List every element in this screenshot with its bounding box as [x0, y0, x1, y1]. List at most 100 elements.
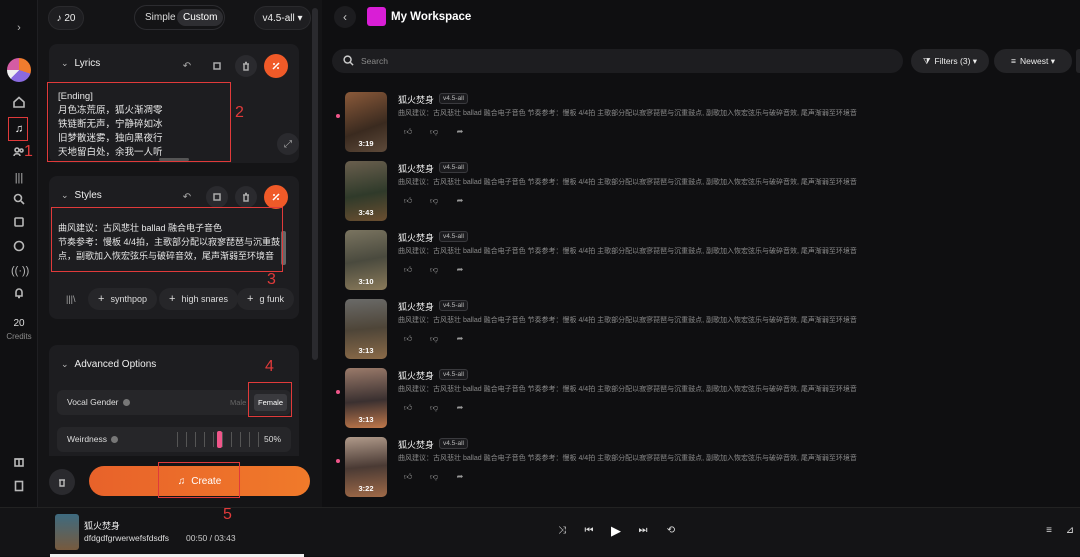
volume-icon[interactable]: ⊿: [1063, 525, 1077, 536]
style-chip[interactable]: + high snares: [159, 288, 238, 310]
annotation-number: 4: [265, 358, 274, 375]
share-icon[interactable]: ➦: [454, 265, 466, 274]
queue-icon[interactable]: ≡: [1042, 525, 1056, 536]
player-bar: 狐火焚身 dfdgdfgrwerwefsfdsdfs 00:50 / 03:43…: [0, 507, 1080, 557]
clear-trash-icon[interactable]: [49, 469, 75, 495]
gift-icon[interactable]: [11, 455, 27, 471]
left-rail: › ♫ ||| ((·)) 20 Credits ⋮: [0, 0, 38, 518]
mode-toggle[interactable]: Simple Custom: [134, 5, 225, 30]
song-cover[interactable]: 3:22: [345, 437, 387, 497]
info-icon[interactable]: [111, 436, 118, 443]
thumbs-up-icon[interactable]: 👍︎: [402, 472, 414, 482]
thumbs-up-icon[interactable]: 👍︎: [402, 403, 414, 413]
advanced-options-header[interactable]: ⌄ Advanced Options: [61, 359, 156, 370]
song-duration: 3:22: [358, 484, 374, 493]
filters-button[interactable]: ⧩ Filters (3) ▾: [911, 49, 989, 73]
song-row[interactable]: 3:19 狐火焚身 v4.5-all 曲风建议：古风悲壮 ballad 融合电子…: [322, 88, 1080, 156]
thumbs-down-icon[interactable]: 👎︎: [428, 403, 440, 413]
song-title[interactable]: 狐火焚身: [398, 162, 434, 175]
magic-wand-icon[interactable]: [264, 185, 288, 209]
song-title[interactable]: 狐火焚身: [398, 438, 434, 451]
copy-icon[interactable]: [206, 186, 228, 208]
thumbs-up-icon[interactable]: 👍︎: [402, 265, 414, 275]
song-description: 曲风建议：古风悲壮 ballad 融合电子音色 节奏参考：慢板 4/4拍 主歌部…: [398, 386, 857, 393]
library-icon[interactable]: |||\: [66, 294, 76, 304]
shuffle-icon[interactable]: ⤨: [555, 525, 569, 536]
info-icon[interactable]: [122, 399, 130, 406]
expand-chevron-icon[interactable]: ›: [11, 20, 27, 36]
song-title[interactable]: 狐火焚身: [398, 231, 434, 244]
play-icon[interactable]: ▶: [609, 523, 623, 539]
mode-custom-tab[interactable]: Custom: [177, 9, 224, 26]
credits-badge[interactable]: ♪ 20: [48, 6, 84, 30]
playback-time: 00:50 / 03:43: [186, 533, 236, 543]
thumbs-up-icon[interactable]: 👍︎: [402, 127, 414, 137]
thumbs-down-icon[interactable]: 👎︎: [428, 472, 440, 482]
song-title[interactable]: 狐火焚身: [398, 369, 434, 382]
expand-icon[interactable]: ⤢: [277, 133, 299, 155]
document-icon[interactable]: [11, 480, 27, 496]
mode-simple-tab[interactable]: Simple: [139, 9, 182, 26]
version-select[interactable]: v4.5-all ▾: [254, 6, 311, 30]
back-chevron-icon[interactable]: ‹: [334, 6, 356, 28]
thumbs-down-icon[interactable]: 👎︎: [428, 265, 440, 275]
male-option[interactable]: Male: [230, 398, 246, 407]
song-title[interactable]: 狐火焚身: [398, 300, 434, 313]
undo-icon[interactable]: ↶: [176, 55, 198, 77]
repeat-icon[interactable]: ⟲: [664, 525, 678, 536]
annotation-box: [248, 382, 292, 417]
style-chip[interactable]: + synthpop: [88, 288, 157, 310]
next-icon[interactable]: ⏭︎: [636, 525, 650, 536]
song-cover[interactable]: 3:43: [345, 161, 387, 221]
styles-header[interactable]: ⌄ Styles: [61, 190, 102, 201]
workspace-icon: [367, 7, 386, 26]
thumbs-up-icon[interactable]: 👍︎: [402, 334, 414, 344]
weirdness-slider[interactable]: [177, 431, 267, 448]
panel-scrollbar[interactable]: [312, 8, 318, 360]
library-icon[interactable]: |||: [11, 170, 27, 186]
magic-wand-icon[interactable]: [264, 54, 288, 78]
thumbs-down-icon[interactable]: 👎︎: [428, 196, 440, 206]
studio-icon[interactable]: [11, 216, 27, 232]
thumbs-down-icon[interactable]: 👎︎: [428, 334, 440, 344]
song-row[interactable]: 3:10 狐火焚身 v4.5-all 曲风建议：古风悲壮 ballad 融合电子…: [322, 226, 1080, 294]
notification-bell-icon[interactable]: [11, 287, 27, 303]
view-toggle[interactable]: [1076, 49, 1080, 73]
song-cover[interactable]: 3:13: [345, 299, 387, 359]
song-row[interactable]: 3:13 狐火焚身 v4.5-all 曲风建议：古风悲壮 ballad 融合电子…: [322, 295, 1080, 363]
share-icon[interactable]: ➦: [454, 196, 466, 205]
previous-icon[interactable]: ⏮︎: [582, 525, 596, 536]
slider-thumb[interactable]: [217, 431, 222, 448]
style-chip[interactable]: + g funk: [237, 288, 294, 310]
now-playing-title[interactable]: 狐火焚身: [84, 519, 120, 532]
song-cover[interactable]: 3:13: [345, 368, 387, 428]
share-icon[interactable]: ➦: [454, 334, 466, 343]
now-playing-artist[interactable]: dfdgdfgrwerwefsfdsdfs: [84, 533, 169, 543]
now-playing-cover[interactable]: [55, 514, 79, 550]
song-row[interactable]: 3:13 狐火焚身 v4.5-all 曲风建议：古风悲壮 ballad 融合电子…: [322, 364, 1080, 432]
share-icon[interactable]: ➦: [454, 127, 466, 136]
trash-icon[interactable]: [235, 55, 257, 77]
thumbs-down-icon[interactable]: 👎︎: [428, 127, 440, 137]
share-icon[interactable]: ➦: [454, 472, 466, 481]
lyrics-header[interactable]: ⌄ Lyrics: [61, 58, 100, 69]
sort-button[interactable]: ≡ Newest ▾: [994, 49, 1072, 73]
thumbs-up-icon[interactable]: 👍︎: [402, 196, 414, 206]
search-icon[interactable]: [11, 193, 27, 209]
song-description: 曲风建议：古风悲壮 ballad 融合电子音色 节奏参考：慢板 4/4拍 主歌部…: [398, 179, 857, 186]
radio-icon[interactable]: ((·)): [11, 263, 29, 279]
song-title[interactable]: 狐火焚身: [398, 93, 434, 106]
home-icon[interactable]: [11, 96, 27, 112]
unplayed-dot: [336, 114, 340, 118]
share-icon[interactable]: ➦: [454, 403, 466, 412]
song-row[interactable]: 3:22 狐火焚身 v4.5-all 曲风建议：古风悲壮 ballad 融合电子…: [322, 433, 1080, 501]
avatar[interactable]: [7, 58, 31, 82]
search-input[interactable]: Search: [332, 49, 903, 73]
undo-icon[interactable]: ↶: [176, 186, 198, 208]
explore-icon[interactable]: [11, 240, 27, 256]
song-cover[interactable]: 3:19: [345, 92, 387, 152]
song-cover[interactable]: 3:10: [345, 230, 387, 290]
copy-icon[interactable]: [206, 55, 228, 77]
song-row[interactable]: 3:43 狐火焚身 v4.5-all 曲风建议：古风悲壮 ballad 融合电子…: [322, 157, 1080, 225]
trash-icon[interactable]: [235, 186, 257, 208]
